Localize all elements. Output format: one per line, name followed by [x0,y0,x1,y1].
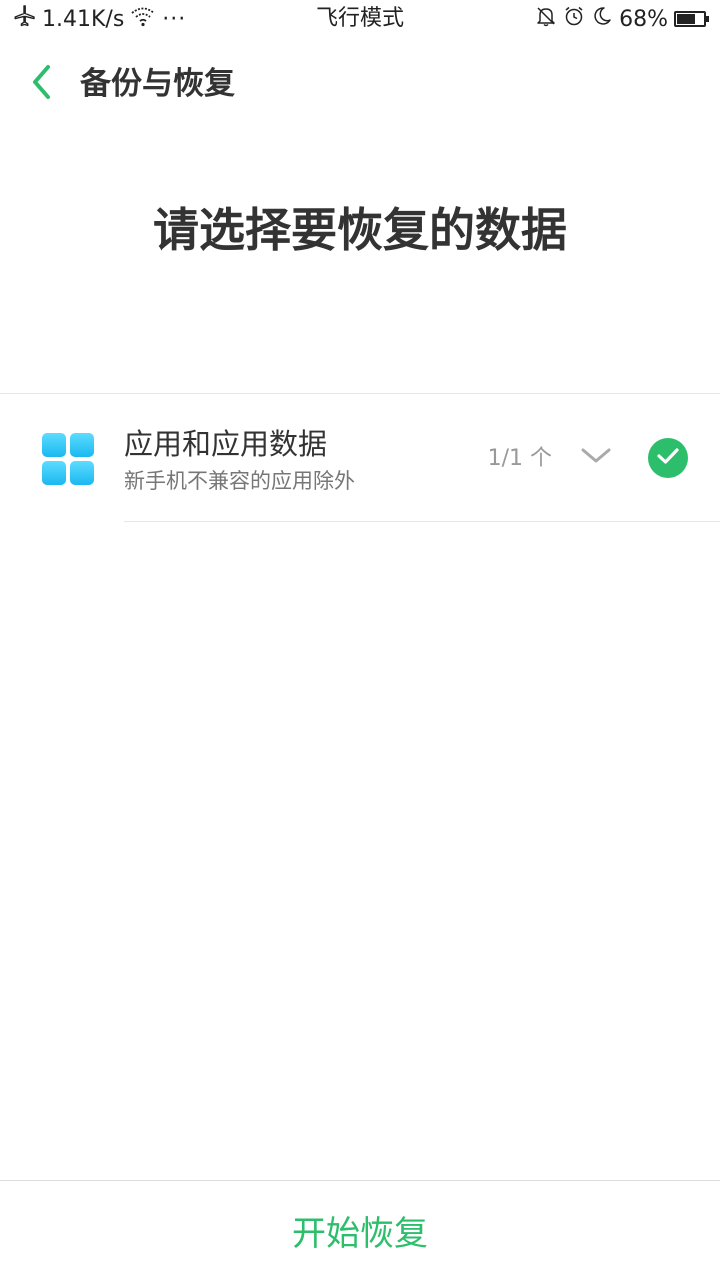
back-button[interactable] [20,62,64,106]
screen: 1.41K/s ··· 飞行模式 68% 备份与恢复 请选择要恢复的数据 应用和… [0,0,720,1280]
battery-level [677,14,695,24]
header: 备份与恢复 [0,50,720,118]
expand-button[interactable] [576,440,616,476]
checkmark-icon [656,446,680,470]
divider [124,521,720,522]
list-item-apps[interactable]: 应用和应用数据 新手机不兼容的应用除外 1/1 个 [0,394,720,522]
item-subtitle: 新手机不兼容的应用除外 [124,469,355,493]
status-bar: 1.41K/s ··· 飞行模式 68% [0,0,720,38]
apps-grid-icon [42,433,94,485]
item-count: 1/1 个 [487,446,552,471]
item-title: 应用和应用数据 [124,427,328,461]
chevron-down-icon [580,446,612,470]
battery-icon [674,11,709,27]
chevron-left-icon [30,64,54,104]
start-restore-button[interactable]: 开始恢复 [0,1181,720,1280]
status-bar-right: 68% [529,4,709,34]
moon-icon [591,5,613,33]
page-heading: 请选择要恢复的数据 [153,203,567,257]
battery-percent: 68% [619,6,668,32]
alarm-icon [563,5,585,33]
item-checkbox[interactable] [648,438,688,478]
header-title: 备份与恢复 [80,66,235,102]
mute-icon [535,5,557,33]
